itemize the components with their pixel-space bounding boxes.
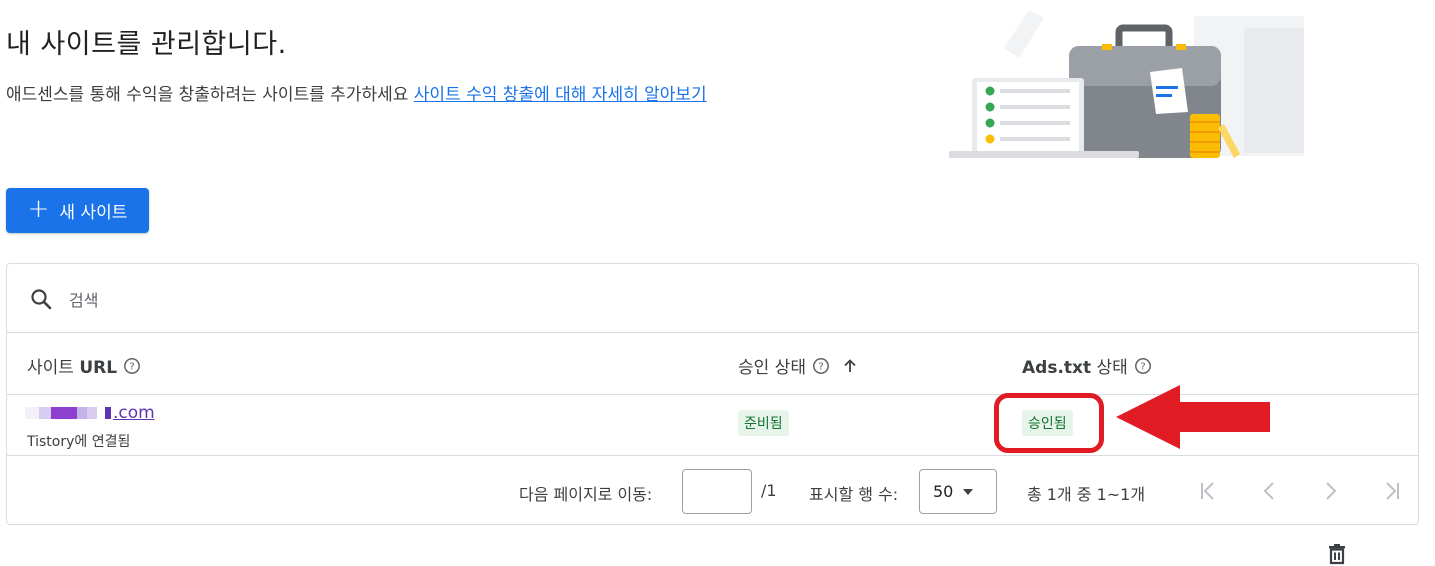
last-page-icon[interactable] xyxy=(1377,478,1403,504)
help-icon[interactable]: ? xyxy=(812,357,830,375)
first-page-icon[interactable] xyxy=(1197,478,1223,504)
site-platform-label: Tistory에 연결됨 xyxy=(27,434,131,450)
help-icon[interactable]: ? xyxy=(1134,357,1152,375)
annotation-arrow-icon xyxy=(1116,385,1270,449)
briefcase-illustration xyxy=(949,10,1304,158)
svg-text:?: ? xyxy=(818,361,823,372)
pagination-bar: 다음 페이지로 이동: /1 표시할 행 수: 50 총 1개 중 1~1개 xyxy=(7,456,1418,526)
page-subtitle: 애드센스를 통해 수익을 창출하려는 사이트를 추가하세요 사이트 수익 창출에… xyxy=(6,80,707,105)
new-site-button[interactable]: + 새 사이트 xyxy=(6,188,149,233)
new-site-label: 새 사이트 xyxy=(59,203,128,223)
search-icon xyxy=(31,289,52,310)
rows-per-page-label: 표시할 행 수: xyxy=(809,485,899,504)
chevron-down-icon xyxy=(963,488,974,495)
svg-text:?: ? xyxy=(129,361,134,372)
column-approval-status[interactable]: 승인 상태 ? xyxy=(738,353,858,378)
learn-more-link[interactable]: 사이트 수익 창출에 대해 자세히 알아보기 xyxy=(414,85,707,105)
search-bar xyxy=(7,264,1418,333)
column-site-url: 사이트 URL ? xyxy=(27,353,141,378)
search-input[interactable] xyxy=(67,284,671,316)
site-url-link[interactable]: .com xyxy=(113,403,155,423)
go-to-page-label: 다음 페이지로 이동: xyxy=(519,485,653,504)
rows-per-page-value: 50 xyxy=(933,482,954,501)
ads-txt-header-bold: Ads.txt xyxy=(1022,358,1092,378)
site-url-header-prefix: 사이트 xyxy=(27,358,80,378)
help-icon[interactable]: ? xyxy=(123,357,141,375)
plus-icon: + xyxy=(27,194,50,224)
subtitle-text: 애드센스를 통해 수익을 창출하려는 사이트를 추가하세요 xyxy=(6,85,409,105)
redacted-url-mask xyxy=(25,407,111,419)
approval-status-header: 승인 상태 xyxy=(738,358,806,378)
pagination-range: 총 1개 중 1~1개 xyxy=(1027,485,1146,504)
column-ads-txt-status: Ads.txt 상태 ? xyxy=(1022,353,1152,378)
total-pages-label: /1 xyxy=(761,481,777,500)
site-url-header-bold: URL xyxy=(79,358,118,378)
page-number-input[interactable] xyxy=(682,469,752,514)
ads-txt-header-suffix: 상태 xyxy=(1091,358,1128,378)
page-title: 내 사이트를 관리합니다. xyxy=(6,29,287,60)
approval-status-badge: 준비됨 xyxy=(738,410,789,436)
previous-page-icon[interactable] xyxy=(1257,478,1283,504)
delete-icon[interactable] xyxy=(1325,542,1349,566)
sort-ascending-icon[interactable] xyxy=(842,358,858,374)
site-url-cell: .com xyxy=(25,403,155,423)
annotation-highlight-box xyxy=(994,393,1104,453)
svg-text:?: ? xyxy=(1140,361,1145,372)
next-page-icon[interactable] xyxy=(1317,478,1343,504)
rows-per-page-select[interactable]: 50 xyxy=(919,469,997,514)
